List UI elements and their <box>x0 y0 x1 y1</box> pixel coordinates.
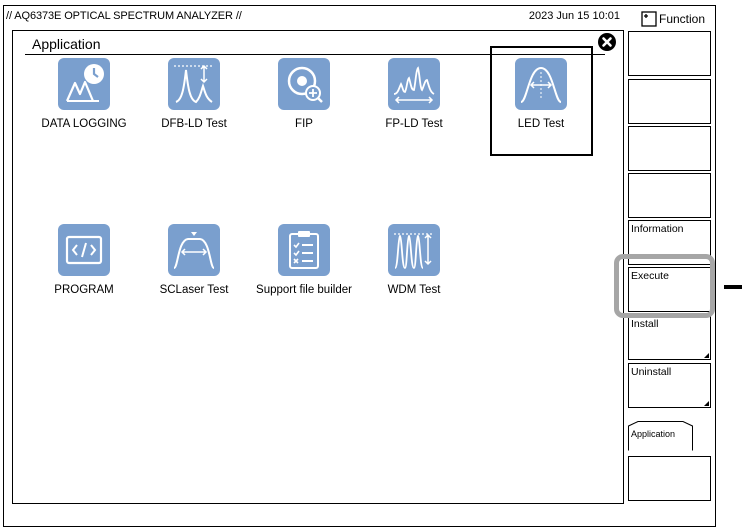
function-label: Function <box>659 12 706 26</box>
sclaser-icon <box>168 224 220 276</box>
softkey-3[interactable] <box>628 126 711 171</box>
program-icon <box>58 224 110 276</box>
data-logging-icon <box>58 58 110 110</box>
fip-icon <box>278 58 330 110</box>
app-program[interactable]: PROGRAM <box>29 166 139 296</box>
app-label: FIP <box>295 118 313 130</box>
app-fip[interactable]: FIP <box>249 0 359 130</box>
execute-highlight <box>614 254 715 318</box>
app-label: DATA LOGGING <box>41 118 127 130</box>
app-data-logging[interactable]: DATA LOGGING <box>29 0 139 130</box>
support-file-icon <box>278 224 330 276</box>
app-led-test[interactable]: LED Test <box>469 0 593 156</box>
pointer-arrow-icon <box>724 285 742 289</box>
close-button[interactable] <box>598 33 616 51</box>
softkey-1[interactable] <box>628 31 711 76</box>
submenu-corner-icon <box>704 353 709 358</box>
app-wdm-test[interactable]: WDM Test <box>359 166 469 296</box>
install-button[interactable]: Install <box>628 315 711 360</box>
app-label: FP-LD Test <box>385 118 443 130</box>
app-label: PROGRAM <box>54 284 114 296</box>
uninstall-button[interactable]: Uninstall <box>628 363 711 408</box>
app-label: SCLaser Test <box>159 284 229 296</box>
led-icon <box>515 58 567 110</box>
application-tab[interactable]: Application <box>628 421 693 451</box>
dfb-ld-icon <box>168 58 220 110</box>
submenu-corner-icon <box>704 401 709 406</box>
function-header: Function <box>638 10 718 30</box>
app-sclaser-test[interactable]: SCLaser Test <box>139 166 249 296</box>
softkey-2[interactable] <box>628 79 711 124</box>
app-label: Support file builder <box>256 284 352 296</box>
app-label: LED Test <box>517 118 565 130</box>
app-label: DFB-LD Test <box>161 118 227 130</box>
fp-ld-icon <box>388 58 440 110</box>
app-dfb-ld-test[interactable]: DFB-LD Test <box>139 0 249 130</box>
softkey-10[interactable] <box>628 456 711 501</box>
softkey-4[interactable] <box>628 173 711 218</box>
wdm-icon <box>388 224 440 276</box>
close-icon <box>598 33 616 51</box>
app-support-file-builder[interactable]: Support file builder <box>249 166 359 296</box>
app-fp-ld-test[interactable]: FP-LD Test <box>359 0 469 130</box>
function-icon <box>641 11 657 27</box>
app-label: WDM Test <box>387 284 441 296</box>
